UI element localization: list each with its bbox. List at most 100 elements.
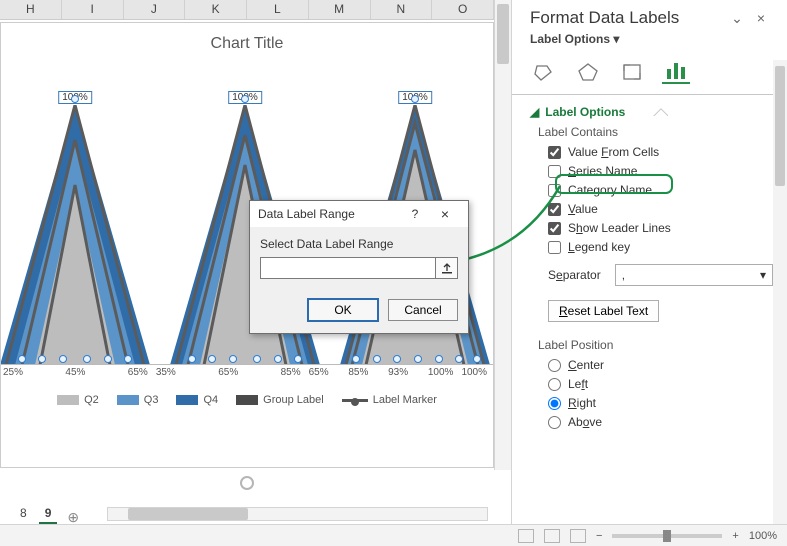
legend-entry: Q2 [84,394,99,406]
axis-tick-label: 65% [128,367,148,383]
chart-legend[interactable]: Q2 Q3 Q4 Group Label Label Marker [1,387,493,413]
panel-collapse-button[interactable]: ⌄ [725,10,749,27]
legend-entry: Label Marker [373,394,437,406]
axis-tick-label: 45% [65,367,85,383]
axis-tick-label: 65% [309,367,329,383]
legend-entry: Q3 [144,394,159,406]
separator-dropdown[interactable]: , ▾ [615,264,773,286]
dialog-title: Data Label Range [258,207,400,221]
axis-tick-label: 25% [3,367,23,383]
checkbox-label: Legend key [568,240,630,254]
checkbox-label: Series Name [568,164,637,178]
col-header[interactable]: N [371,0,433,19]
axis-tick-label: 85% [281,367,301,383]
label-position-heading: Label Position [538,338,773,352]
cancel-button[interactable]: Cancel [388,299,458,321]
checkbox-label: Show Leader Lines [568,221,671,235]
panel-title: Format Data Labels [530,8,725,28]
legend-entry: Group Label [263,394,324,406]
col-header[interactable]: O [432,0,494,19]
col-header[interactable]: I [62,0,124,19]
range-picker-button[interactable] [436,257,458,279]
data-label-range-dialog: Data Label Range ? × Select Data Label R… [249,200,469,334]
reset-label-text-button[interactable]: Reset Label Text [548,300,659,322]
axis-category-labels: 25% 45% 65% 35% 65% 85% 65% 85% 93% 100%… [1,367,489,383]
new-sheet-icon[interactable]: ⊕ [67,509,77,519]
axis-tick-label: 65% [218,367,238,383]
category-name-checkbox[interactable] [548,184,561,197]
tab-scroll-right-icon[interactable] [91,509,101,519]
dialog-help-button[interactable]: ? [400,207,430,221]
col-header[interactable]: K [185,0,247,19]
chevron-down-icon: ▾ [613,32,619,46]
radio-label: Left [568,377,588,391]
format-data-labels-panel: Format Data Labels ⌄ × Label Options ▾ ◢… [511,0,787,524]
page-layout-view-icon[interactable] [544,529,560,543]
status-bar: − + 100% [0,524,787,546]
radio-label: Above [568,415,602,429]
zoom-level[interactable]: 100% [749,530,777,542]
horizontal-scrollbar[interactable] [107,507,488,521]
collapse-range-icon [441,262,453,274]
effects-tab[interactable] [574,60,602,84]
chart-title[interactable]: Chart Title [1,23,493,59]
checkbox-label: Value [568,202,598,216]
radio-label: Center [568,358,604,372]
zoom-out-button[interactable]: − [596,530,602,542]
legend-key-checkbox[interactable] [548,241,561,254]
chart-x-axis [1,364,493,365]
scrollbar-thumb[interactable] [128,508,248,520]
value-checkbox[interactable] [548,203,561,216]
label-position-center-radio[interactable] [548,359,561,372]
split-handle[interactable] [240,476,254,490]
show-leader-lines-checkbox[interactable] [548,222,561,235]
col-header[interactable]: M [309,0,371,19]
size-properties-tab[interactable] [618,60,646,84]
sheet-tabs: 8 9 ⊕ [0,504,101,524]
vertical-scrollbar[interactable] [494,0,511,470]
fill-line-tab[interactable] [530,60,558,84]
page-break-view-icon[interactable] [570,529,586,543]
tab-pointer-icon [652,108,668,116]
panel-vertical-scrollbar[interactable] [773,60,787,524]
zoom-in-button[interactable]: + [732,530,738,542]
axis-tick-label: 35% [156,367,176,383]
tab-scroll-left-icon[interactable] [79,509,89,519]
axis-tick-label: 100% [461,367,487,383]
zoom-slider[interactable] [612,534,722,538]
triangle-down-icon: ◢ [530,105,539,119]
chevron-down-icon: ▾ [760,268,766,282]
panel-category-tabs [530,60,773,84]
col-header[interactable]: J [124,0,186,19]
series-name-checkbox[interactable] [548,165,561,178]
column-headers: H I J K L M N O [0,0,494,20]
data-label-range-input[interactable] [260,257,436,279]
label-position-above-radio[interactable] [548,416,561,429]
line-marker-icon [342,399,368,402]
sheet-tab-active[interactable]: 9 [39,504,58,524]
checkbox-label: Category Name [568,183,652,197]
value-from-cells-checkbox[interactable] [548,146,561,159]
dialog-field-label: Select Data Label Range [260,237,458,251]
label-position-left-radio[interactable] [548,378,561,391]
axis-tick-label: 100% [428,367,454,383]
normal-view-icon[interactable] [518,529,534,543]
separator-label: Separator [548,268,601,282]
label-position-right-radio[interactable] [548,397,561,410]
legend-entry: Q4 [203,394,218,406]
scrollbar-thumb[interactable] [497,4,509,64]
axis-tick-label: 85% [348,367,368,383]
panel-close-button[interactable]: × [749,10,773,26]
ok-button[interactable]: OK [308,299,378,321]
checkbox-label: Value From Cells [568,145,659,159]
label-contains-heading: Label Contains [538,125,773,139]
col-header[interactable]: H [0,0,62,19]
axis-tick-label: 93% [388,367,408,383]
panel-subtitle-dropdown[interactable]: Label Options ▾ [530,32,773,46]
scrollbar-thumb[interactable] [775,66,785,186]
col-header[interactable]: L [247,0,309,19]
dialog-close-button[interactable]: × [430,206,460,222]
sheet-tab[interactable]: 8 [14,504,33,524]
label-options-tab[interactable] [662,60,690,84]
radio-label: Right [568,396,596,410]
